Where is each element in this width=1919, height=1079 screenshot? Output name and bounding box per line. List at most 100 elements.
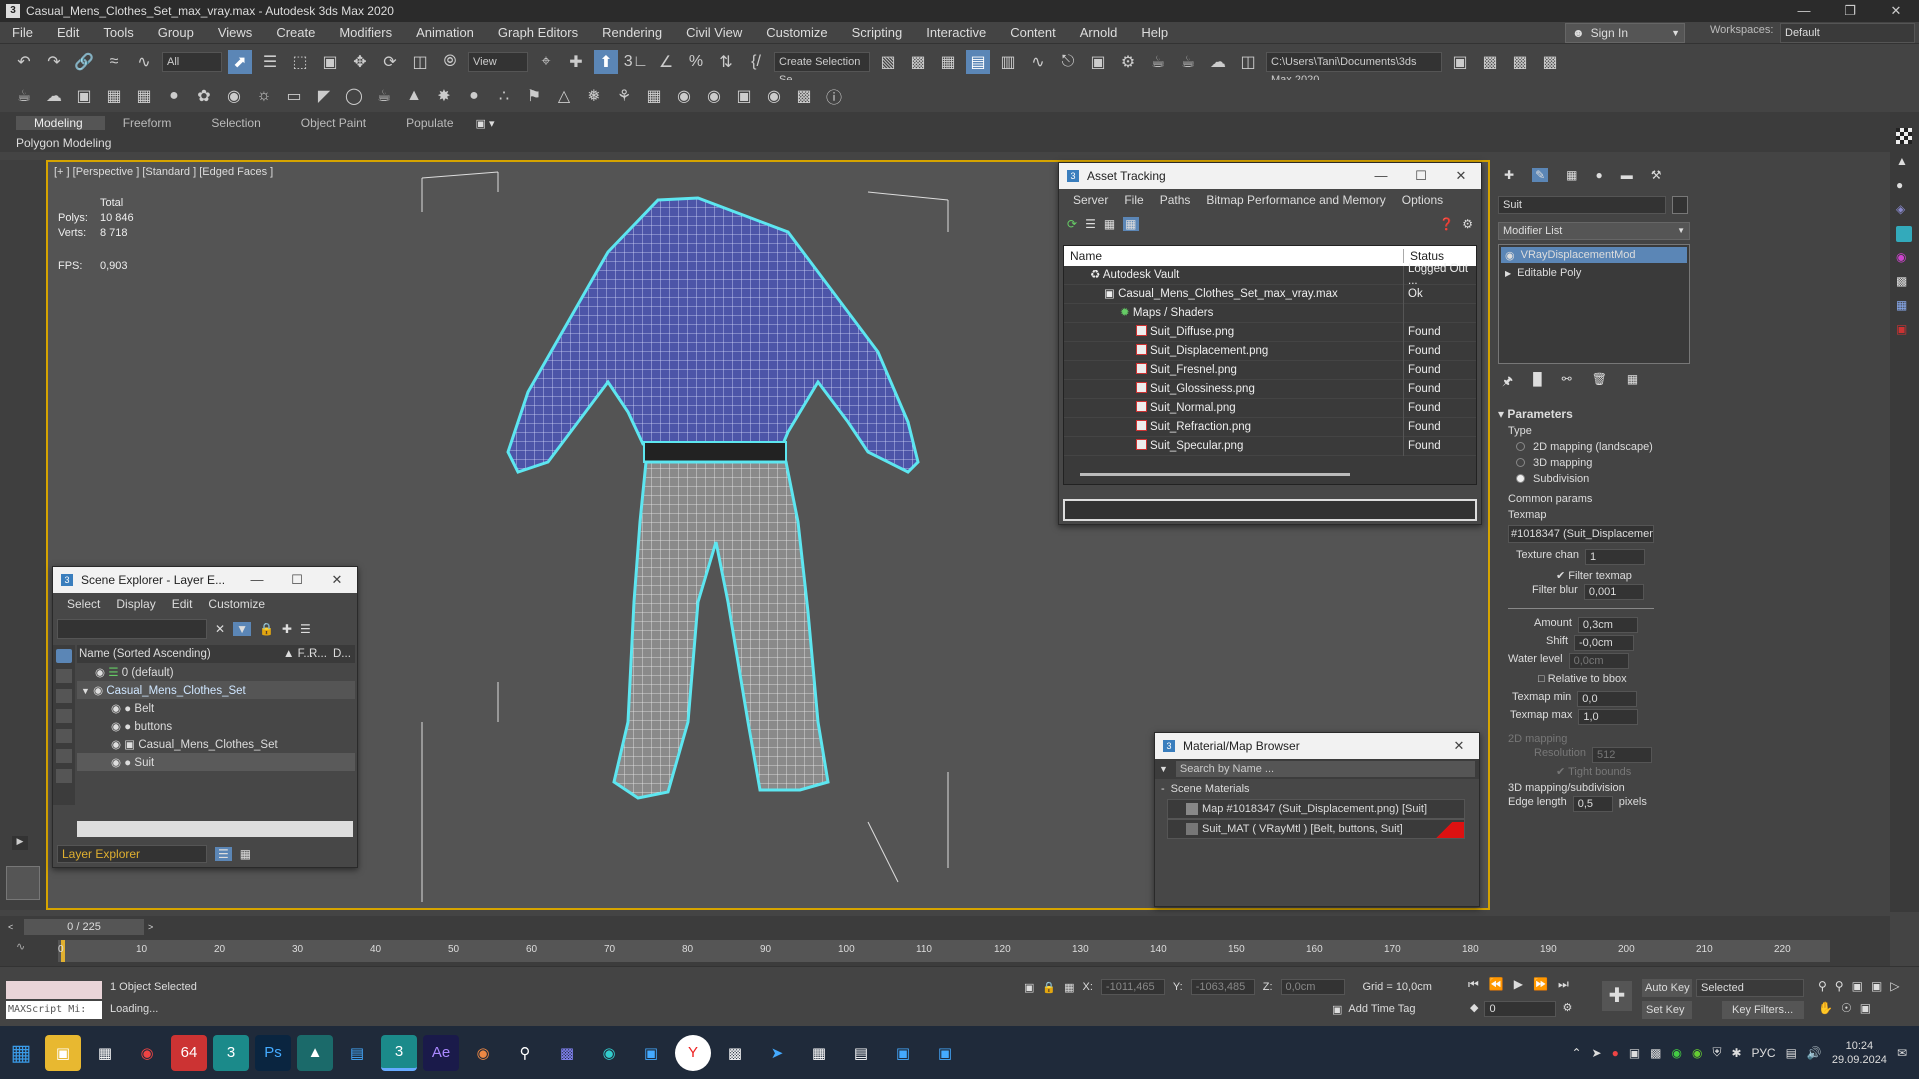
vray-plane-icon[interactable]: ▭ [282,84,306,108]
table-row[interactable]: Suit_Fresnel.png Found [1064,360,1476,380]
texmap-min-spinner[interactable]: 0,0 [1577,691,1638,707]
list-item[interactable]: Map #1018347 (Suit_Displacement.png) [Su… [1167,799,1465,819]
vray-icon-5[interactable]: ◉ [1896,250,1912,266]
menu-file[interactable]: File [0,25,45,40]
play-animation-icon[interactable]: ▶ [1514,977,1523,992]
current-frame-field[interactable]: 0 [1484,1001,1557,1017]
vray-cube-icon[interactable]: ▦ [642,84,666,108]
z-coordinate-field[interactable]: 0,0cm [1280,979,1345,995]
list-item[interactable]: ◉ ☰ 0 (default) [77,663,355,681]
col-name[interactable]: Name [1064,249,1404,263]
tight-bounds-checkbox[interactable]: ✔ Tight bounds [1556,765,1668,778]
lock-icon[interactable]: 🔒 [259,622,274,636]
col-display[interactable]: D... [333,648,351,660]
minimize-icon[interactable]: — [237,572,277,588]
restore-icon[interactable]: ❐ [1827,0,1873,22]
menu-animation[interactable]: Animation [404,25,486,40]
table-row[interactable]: Suit_Refraction.png Found [1064,417,1476,437]
toggle-layer-explorer-icon[interactable]: ▤ [966,50,990,74]
prev-frame-icon[interactable]: < [8,922,24,932]
x-coordinate-field[interactable]: -1011,465 [1100,979,1165,995]
field-of-view-icon[interactable]: ▷ [1890,979,1899,993]
undo-icon[interactable]: ↶ [12,50,36,74]
menu-edit[interactable]: Edit [164,597,201,611]
vray-sun-icon[interactable]: ☼ [252,84,276,108]
filter-icon[interactable]: ▼ [233,622,251,636]
vray-icon-8[interactable]: ▣ [1896,322,1912,338]
edge-length-spinner[interactable]: 0,5 [1572,796,1613,812]
snaps-toggle-icon[interactable]: 3∟ [624,50,649,74]
vray-image-icon[interactable]: ▣ [732,84,756,108]
vray-settings-icon[interactable]: ▩ [792,84,816,108]
zoom-extents-icon[interactable]: ▣ [1852,979,1863,993]
scene-materials-header[interactable]: - Scene Materials [1155,779,1479,799]
maxscript-mini-listener[interactable]: MAXScript Mi: [6,1001,102,1019]
network-icon[interactable]: ▤ [1786,1046,1797,1060]
remove-modifier-icon[interactable]: 🗑 [1592,372,1607,393]
orbit-icon[interactable]: ☉ [1841,1001,1852,1015]
vray-dome-icon[interactable]: ◤ [312,84,336,108]
angle-snap-icon[interactable]: ∠ [654,50,678,74]
light-lister-icon[interactable]: ● [162,84,186,108]
placement-icon[interactable]: ⦾ [438,50,462,74]
checker-icon[interactable] [1896,128,1912,144]
toggle-ribbon-icon[interactable]: ▥ [996,50,1020,74]
vray-decal-icon[interactable]: △ [552,84,576,108]
render-in-cloud-icon[interactable]: ☁ [1206,50,1230,74]
amount-spinner[interactable]: 0,3cm [1577,617,1638,633]
curve-editor-icon[interactable]: ∿ [1026,50,1050,74]
refresh-icon[interactable]: ⟳ [1067,217,1077,231]
resolution-spinner[interactable]: 512 [1591,747,1652,763]
vray-table-icon[interactable]: ▦ [102,84,126,108]
eye-icon[interactable]: ◉ [111,739,121,751]
list-item[interactable]: ▼ ◉ Casual_Mens_Clothes_Set [77,681,355,699]
asset-tracking-titlebar[interactable]: 3 Asset Tracking — ☐ ✕ [1059,163,1481,189]
telegram-tray-icon[interactable]: ➤ [1592,1046,1602,1060]
percent-snap-icon[interactable]: % [684,50,708,74]
telegram-icon[interactable]: ➤ [759,1035,795,1071]
key-mode-dropdown[interactable]: Selected [1696,979,1804,997]
screenshot-icon[interactable]: ▣ [927,1035,963,1071]
vray-clipper-icon[interactable]: ⚑ [522,84,546,108]
vray-icon-2[interactable]: ● [1896,178,1912,194]
goto-end-icon[interactable]: ⏭ [1558,977,1569,992]
display-cameras-icon[interactable] [56,709,72,723]
table-row[interactable]: Suit_Glossiness.png Found [1064,379,1476,399]
material-editor-icon[interactable]: ▣ [1086,50,1110,74]
table-row[interactable]: Suit_Displacement.png Found [1064,341,1476,361]
nvidia-tray-icon[interactable]: ◉ [1692,1046,1702,1060]
modifier-list-dropdown[interactable]: Modifier List ▼ [1498,222,1690,240]
maximize-icon[interactable]: ☐ [277,572,317,588]
3dsmax-icon[interactable]: 3 [213,1034,249,1071]
menu-views[interactable]: Views [206,25,264,40]
vray-star-icon[interactable]: ✸ [432,84,456,108]
security-tray-icon[interactable]: ⛨ [1712,1045,1721,1060]
eye-icon[interactable]: ◉ [111,757,121,769]
texmap-max-spinner[interactable]: 1,0 [1578,709,1639,725]
select-move-icon[interactable]: ✥ [348,50,372,74]
y-coordinate-field[interactable]: -1063,485 [1190,979,1255,995]
teapot-icon[interactable]: ☕ [12,84,36,108]
window-crossing-icon[interactable]: ▣ [318,50,342,74]
clock[interactable]: 10:24 29.09.2024 [1832,1039,1887,1067]
tray-chevron-icon[interactable]: ⌃ [1571,1046,1581,1060]
asset-path-field[interactable] [1063,499,1477,521]
help-icon[interactable]: ❓ [1439,217,1454,231]
unlink-icon[interactable]: ≈ [102,50,126,74]
next-frame-icon[interactable]: > [148,922,164,932]
mirror-icon[interactable]: ▧ [876,50,900,74]
make-unique-icon[interactable]: ⚯ [1562,372,1572,393]
horizontal-scrollbar[interactable] [1080,473,1350,476]
vray-icon-7[interactable]: ▦ [1896,298,1912,314]
zoom-icon[interactable]: ⚲ [1818,979,1827,993]
expand-icon[interactable]: ▶ [1505,269,1511,278]
task-view-icon[interactable]: ▦ [87,1035,123,1071]
chrome-icon[interactable]: ◉ [129,1035,165,1071]
windows-start-icon[interactable]: ▦ [3,1035,39,1071]
layer-explorer-icon[interactable]: ☰ [215,847,232,861]
help-icon[interactable]: ⓘ [822,84,846,108]
menu-options[interactable]: Options [1394,193,1451,207]
isolate-selection-icon[interactable]: ▣ [1024,981,1034,994]
close-icon[interactable]: ✕ [317,572,357,588]
table-row[interactable]: ♻ Autodesk Vault Logged Out ... [1064,263,1476,287]
